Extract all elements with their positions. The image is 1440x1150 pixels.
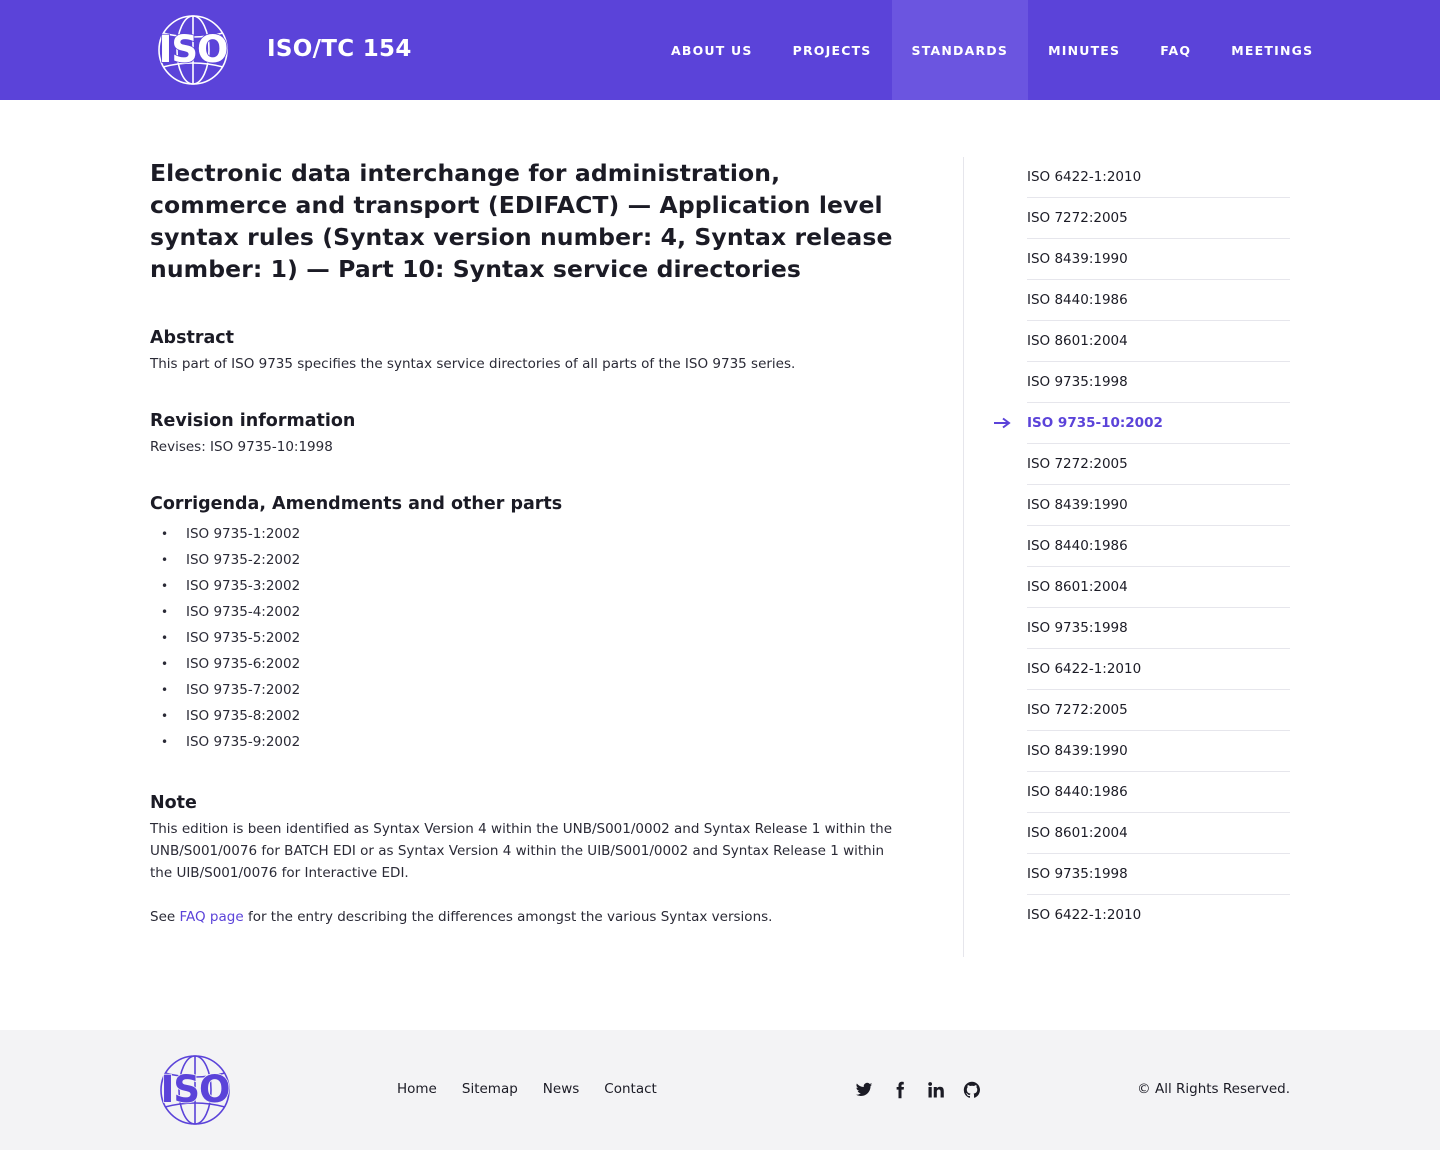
iso-logo-footer[interactable]: ISO: [151, 1053, 239, 1127]
github-icon[interactable]: [963, 1081, 981, 1099]
note-heading: Note: [150, 793, 197, 813]
faq-reference: See FAQ page for the entry describing th…: [150, 906, 910, 928]
content-divider: [963, 157, 964, 957]
site-footer: ISO Home Sitemap News Contact © All Righ…: [0, 1030, 1440, 1150]
sidebar-item[interactable]: ISO 8601:2004: [1027, 813, 1290, 854]
site-title[interactable]: ISO/TC 154: [267, 36, 412, 62]
abstract-text: This part of ISO 9735 specifies the synt…: [150, 356, 796, 372]
corrigenda-list: ISO 9735-1:2002 ISO 9735-2:2002 ISO 9735…: [150, 521, 910, 755]
twitter-icon[interactable]: [855, 1081, 873, 1099]
sidebar-item[interactable]: ISO 8440:1986: [1027, 280, 1290, 321]
footer-link-news[interactable]: News: [543, 1081, 579, 1097]
faq-reference-prefix: See: [150, 909, 180, 925]
sidebar-item[interactable]: ISO 8439:1990: [1027, 239, 1290, 280]
footer-link-sitemap[interactable]: Sitemap: [462, 1081, 518, 1097]
sidebar-item[interactable]: ISO 9735:1998: [1027, 608, 1290, 649]
linkedin-icon[interactable]: [927, 1081, 945, 1099]
arrow-right-icon: [994, 417, 1011, 429]
nav-projects[interactable]: PROJECTS: [773, 0, 892, 100]
corrigenda-item: ISO 9735-8:2002: [150, 703, 910, 729]
footer-logo-text: ISO: [161, 1068, 230, 1111]
sidebar-item[interactable]: ISO 8601:2004: [1027, 321, 1290, 362]
revision-text: Revises: ISO 9735-10:1998: [150, 439, 333, 455]
sidebar-item[interactable]: ISO 8601:2004: [1027, 567, 1290, 608]
sidebar-item[interactable]: ISO 9735:1998: [1027, 362, 1290, 403]
facebook-icon[interactable]: [891, 1081, 909, 1099]
logo-text: ISO: [159, 28, 228, 71]
corrigenda-item: ISO 9735-7:2002: [150, 677, 910, 703]
page-title: Electronic data interchange for administ…: [150, 159, 893, 283]
main-content: Electronic data interchange for administ…: [150, 157, 910, 928]
sidebar-item[interactable]: ISO 8439:1990: [1027, 731, 1290, 772]
faq-reference-suffix: for the entry describing the differences…: [243, 909, 773, 925]
corrigenda-item: ISO 9735-6:2002: [150, 651, 910, 677]
nav-minutes[interactable]: MINUTES: [1028, 0, 1140, 100]
social-links: [855, 1081, 999, 1099]
nav-meetings[interactable]: MEETINGS: [1211, 0, 1333, 100]
sidebar-item[interactable]: ISO 7272:2005: [1027, 690, 1290, 731]
copyright-text: © All Rights Reserved.: [1137, 1081, 1290, 1097]
sidebar-item[interactable]: ISO 7272:2005: [1027, 198, 1290, 239]
corrigenda-item: ISO 9735-9:2002: [150, 729, 910, 755]
nav-standards[interactable]: STANDARDS: [891, 0, 1029, 100]
sidebar-item[interactable]: ISO 6422-1:2010: [1027, 649, 1290, 690]
revision-heading: Revision information: [150, 411, 356, 431]
corrigenda-item: ISO 9735-1:2002: [150, 521, 910, 547]
sidebar-item[interactable]: ISO 8440:1986: [1027, 772, 1290, 813]
iso-logo[interactable]: ISO: [149, 13, 237, 87]
main-nav: ABOUT US PROJECTS STANDARDS MINUTES FAQ …: [651, 0, 1333, 100]
sidebar-item[interactable]: ISO 6422-1:2010: [1027, 157, 1290, 198]
faq-page-link[interactable]: FAQ page: [179, 909, 243, 925]
sidebar-item[interactable]: ISO 7272:2005: [1027, 444, 1290, 485]
corrigenda-heading: Corrigenda, Amendments and other parts: [150, 494, 563, 514]
footer-link-home[interactable]: Home: [397, 1081, 437, 1097]
footer-nav: Home Sitemap News Contact: [397, 1081, 682, 1097]
sidebar-item-label: ISO 9735-10:2002: [1027, 415, 1163, 431]
site-header: ISO ISO/TC 154 ABOUT US PROJECTS STANDAR…: [0, 0, 1440, 100]
standards-sidebar: ISO 6422-1:2010 ISO 7272:2005 ISO 8439:1…: [994, 157, 1290, 936]
corrigenda-item: ISO 9735-5:2002: [150, 625, 910, 651]
note-text: This edition is been identified as Synta…: [150, 821, 892, 881]
sidebar-item[interactable]: ISO 9735:1998: [1027, 854, 1290, 895]
abstract-heading: Abstract: [150, 328, 235, 348]
sidebar-item[interactable]: ISO 6422-1:2010: [1027, 895, 1290, 936]
sidebar-item[interactable]: ISO 8439:1990: [1027, 485, 1290, 526]
corrigenda-item: ISO 9735-2:2002: [150, 547, 910, 573]
nav-faq[interactable]: FAQ: [1140, 0, 1211, 100]
corrigenda-item: ISO 9735-4:2002: [150, 599, 910, 625]
sidebar-item[interactable]: ISO 8440:1986: [1027, 526, 1290, 567]
corrigenda-item: ISO 9735-3:2002: [150, 573, 910, 599]
sidebar-item-active[interactable]: ISO 9735-10:2002: [994, 403, 1290, 444]
nav-about-us[interactable]: ABOUT US: [651, 0, 773, 100]
footer-link-contact[interactable]: Contact: [604, 1081, 657, 1097]
